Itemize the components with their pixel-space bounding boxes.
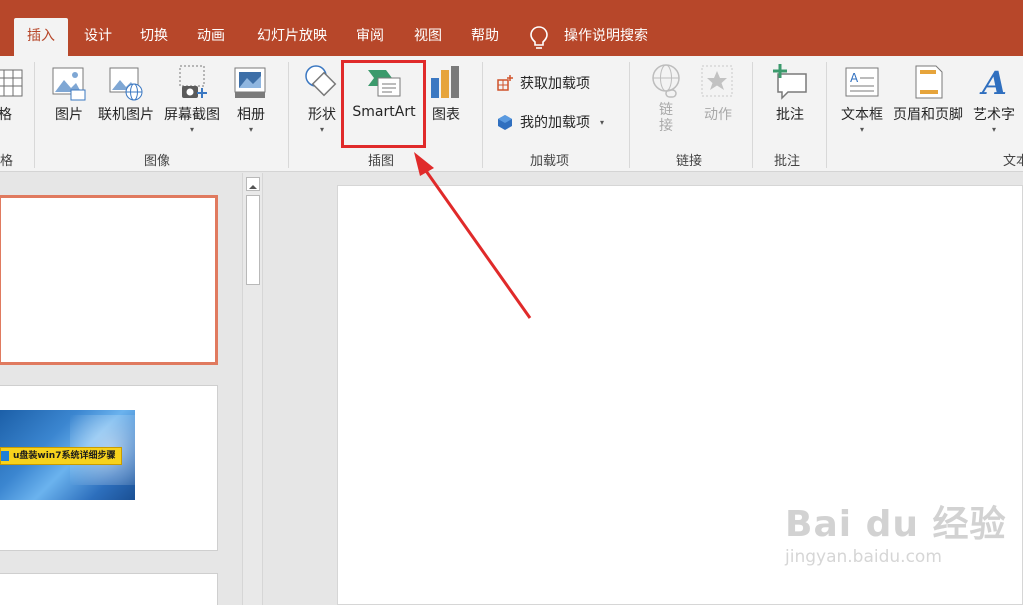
tab-help[interactable]: 帮助 xyxy=(465,18,505,56)
shapes-button[interactable]: 形状 ▾ xyxy=(302,62,342,142)
watermark-main: Bai du 经验 xyxy=(785,504,1007,545)
group-separator xyxy=(629,62,630,168)
shapes-label: 形状 xyxy=(308,107,336,123)
shapes-icon xyxy=(305,65,337,97)
chevron-down-icon: ▾ xyxy=(600,117,605,127)
screenshot-label: 屏幕截图 xyxy=(164,107,220,123)
group-label-illustrations: 插图 xyxy=(368,154,395,169)
wordart-label: 艺术字 xyxy=(973,107,1015,123)
screenshot-icon xyxy=(179,65,207,98)
wordart-icon: A xyxy=(979,64,1007,102)
addin-cube-icon xyxy=(498,115,512,130)
header-footer-icon xyxy=(915,65,943,99)
table-icon xyxy=(0,69,23,97)
bar-chart-icon xyxy=(431,66,459,98)
link-label-bottom: 接 xyxy=(659,118,673,134)
store-icon xyxy=(497,75,513,91)
table-button[interactable]: 格 xyxy=(0,62,23,142)
online-picture-icon xyxy=(109,67,143,101)
picture-icon xyxy=(52,67,86,101)
thumbnail-picture: u盘装win7系统详细步骤 xyxy=(0,410,135,500)
windows-logo-icon xyxy=(1,451,9,461)
scrollbar-thumb[interactable] xyxy=(246,195,260,285)
tab-animations[interactable]: 动画 xyxy=(191,18,231,56)
get-addins-button[interactable]: 获取加载项 xyxy=(496,70,590,96)
get-addins-label: 获取加载项 xyxy=(520,76,590,92)
tab-slideshow[interactable]: 幻灯片放映 xyxy=(250,18,334,56)
album-button[interactable]: 相册 ▾ xyxy=(230,62,272,142)
ribbon: 格 格 图片 联机图片 屏幕截图 ▾ 相册 ▾ 图像 形状 ▾ SmartArt… xyxy=(0,56,1023,172)
group-separator xyxy=(482,62,483,168)
chevron-down-icon: ▾ xyxy=(189,125,194,134)
group-separator xyxy=(34,62,35,168)
textbox-label: 文本框 xyxy=(841,107,883,123)
picture-label: 图片 xyxy=(55,107,83,123)
tab-design[interactable]: 设计 xyxy=(78,18,118,56)
slide-thumbnail-pane xyxy=(0,173,242,605)
comment-label: 批注 xyxy=(776,107,804,123)
thumbnail-banner: u盘装win7系统详细步骤 xyxy=(0,447,122,465)
thumbnail-scrollbar[interactable] xyxy=(242,173,263,605)
my-addins-label: 我的加载项 xyxy=(520,115,590,131)
group-label-images: 图像 xyxy=(144,154,171,169)
tab-insert[interactable]: 插入 xyxy=(14,18,68,56)
link-globe-icon xyxy=(652,64,680,98)
thumbnail-banner-text: u盘装win7系统详细步骤 xyxy=(13,451,116,461)
lightbulb-icon[interactable] xyxy=(528,25,550,51)
chevron-down-icon: ▾ xyxy=(859,125,864,134)
scroll-up-button[interactable] xyxy=(246,177,260,191)
tab-view[interactable]: 视图 xyxy=(408,18,448,56)
table-label: 格 xyxy=(0,107,12,123)
slide-thumbnail-3[interactable] xyxy=(0,573,218,605)
group-label-comments: 批注 xyxy=(774,154,801,169)
tell-me-search[interactable]: 操作说明搜索 xyxy=(564,18,648,56)
chevron-down-icon: ▾ xyxy=(248,125,253,134)
action-label: 动作 xyxy=(704,107,732,123)
link-button[interactable]: 链 接 xyxy=(644,62,688,142)
tab-review[interactable]: 审阅 xyxy=(350,18,390,56)
photo-album-icon xyxy=(234,67,266,98)
slide-thumbnail-1[interactable] xyxy=(0,195,218,365)
picture-button[interactable]: 图片 xyxy=(48,62,90,142)
wordart-button[interactable]: A 艺术字 ▾ xyxy=(970,62,1018,142)
group-label-addins: 加载项 xyxy=(530,154,570,169)
action-button[interactable]: 动作 xyxy=(698,62,738,142)
svg-text:A: A xyxy=(979,64,1007,102)
comment-icon xyxy=(773,64,807,100)
caret-up-icon xyxy=(249,185,257,189)
baidu-watermark: Bai du 经验 jingyan.baidu.com xyxy=(785,495,1007,567)
album-label: 相册 xyxy=(237,107,265,123)
screenshot-button[interactable]: 屏幕截图 ▾ xyxy=(160,62,224,142)
group-label-links: 链接 xyxy=(676,154,703,169)
chart-button[interactable]: 图表 xyxy=(426,62,466,142)
ribbon-tab-bar: 插入 设计 切换 动画 幻灯片放映 审阅 视图 帮助 操作说明搜索 xyxy=(0,12,1023,56)
header-footer-button[interactable]: 页眉和页脚 xyxy=(890,62,966,142)
chevron-down-icon: ▾ xyxy=(319,125,324,134)
link-label-top: 链 xyxy=(659,102,673,118)
title-bar xyxy=(0,0,1023,12)
group-label-table: 格 xyxy=(0,154,14,169)
watermark-sub: jingyan.baidu.com xyxy=(785,547,942,567)
online-picture-button[interactable]: 联机图片 xyxy=(96,62,156,142)
new-comment-button[interactable]: 批注 xyxy=(768,62,812,142)
textbox-icon: A xyxy=(845,67,879,97)
tab-transitions[interactable]: 切换 xyxy=(134,18,174,56)
chart-label: 图表 xyxy=(432,107,460,123)
chevron-down-icon: ▾ xyxy=(991,125,996,134)
group-separator xyxy=(826,62,827,168)
smartart-highlight-box xyxy=(341,60,426,148)
action-star-icon xyxy=(701,65,733,97)
my-addins-button[interactable]: 我的加载项 ▾ xyxy=(496,109,604,135)
textbox-button[interactable]: A 文本框 ▾ xyxy=(836,62,888,142)
svg-text:A: A xyxy=(850,71,859,85)
group-separator xyxy=(752,62,753,168)
group-separator xyxy=(288,62,289,168)
online-picture-label: 联机图片 xyxy=(98,107,154,123)
group-label-text: 文本 xyxy=(1003,154,1023,169)
header-footer-label: 页眉和页脚 xyxy=(893,107,963,123)
